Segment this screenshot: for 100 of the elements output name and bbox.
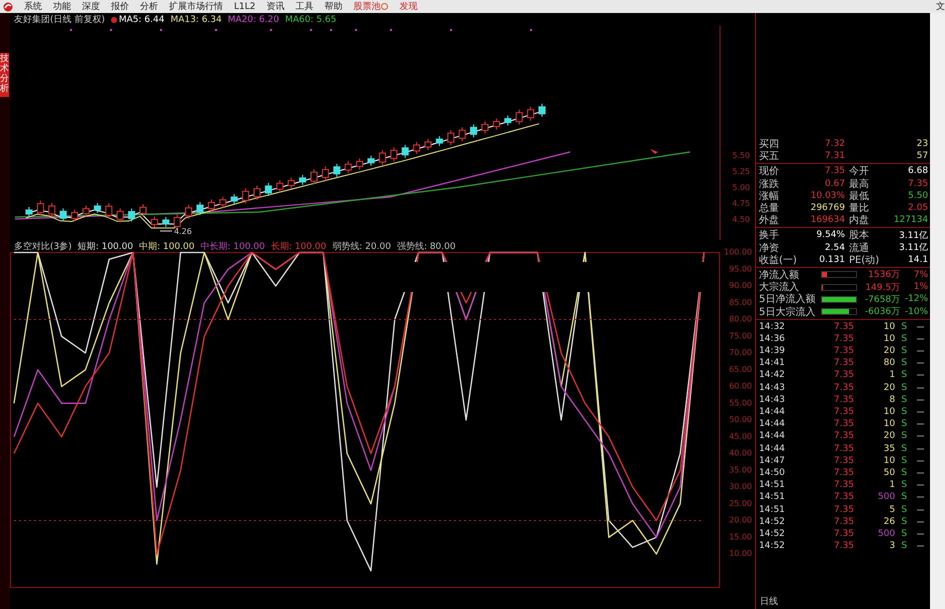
candlestick [139, 204, 146, 217]
dash-icon [917, 448, 924, 450]
legend-label: MA5: 6.44 [118, 14, 164, 24]
axis-label: 5.50 [732, 151, 750, 160]
tick-side: S [900, 358, 908, 368]
tick-side: S [900, 480, 908, 490]
candlestick [299, 174, 306, 186]
flow-amount: 1536万 [867, 269, 900, 282]
quote-label: 量比 [848, 203, 869, 214]
tick-price: 7.35 [832, 528, 854, 539]
flow-amount: -7658万 [864, 294, 900, 306]
candlestick [367, 155, 374, 166]
tick-time: 14:41 [758, 358, 786, 368]
menu-item[interactable]: 资讯 [266, 0, 284, 12]
tick-side: S [900, 431, 908, 442]
quote-label: 内盘 [848, 215, 869, 226]
tick-price: 7.35 [832, 516, 854, 527]
axis-label: 80.00 [729, 314, 752, 324]
candlestick [208, 198, 215, 212]
candlestick [185, 204, 192, 220]
legend-label: MA20: 6.20 [228, 14, 280, 24]
menu-item[interactable]: 帮助 [324, 0, 342, 12]
menu-item[interactable]: L1L2 [234, 0, 256, 12]
quote-value: 6.68 [907, 166, 928, 176]
tick-time: 14:51 [758, 504, 786, 515]
menu-item[interactable]: 股票池 [353, 0, 388, 12]
menu-item[interactable]: 系统 [24, 0, 42, 12]
axis-label: 25.00 [729, 498, 752, 508]
flow-percent: 7% [912, 270, 928, 280]
quote-value: 5.50 [907, 190, 928, 201]
menu-item[interactable]: 报价 [111, 0, 129, 12]
quote-value: 14.1 [907, 254, 928, 265]
quote-value: 7.31 [824, 151, 845, 162]
dash-icon [917, 472, 924, 474]
tick-time: 14:43 [758, 382, 786, 393]
low-price-label: 4.26 [174, 227, 192, 236]
legend-label: 中期: 100.00 [139, 240, 194, 252]
tick-time: 14:44 [758, 444, 786, 454]
candlestick [174, 214, 181, 230]
candlestick [276, 180, 284, 193]
menu-item[interactable]: 扩展市场行情 [169, 0, 223, 12]
event-mark [110, 29, 112, 31]
legend-label: 短期: 100.00 [78, 240, 134, 252]
tick-volume: 1 [888, 370, 896, 380]
dot-icon [110, 16, 117, 22]
legend-label: MA60: 5.65 [285, 14, 336, 24]
candlestick [402, 144, 409, 158]
marker-icon [650, 149, 658, 154]
flow-label: 大宗流入 [758, 280, 800, 294]
quote-value: 169634 [810, 215, 845, 226]
event-mark [310, 29, 312, 31]
axis-label: 4.75 [732, 199, 750, 208]
menu-item[interactable]: 发现 [399, 0, 418, 12]
axis-label: 100.00 [724, 248, 752, 257]
candlestick [288, 177, 295, 190]
menu-item[interactable]: 深度 [82, 0, 100, 12]
axis-label: 40.00 [729, 448, 752, 458]
quote-label: 流通 [848, 242, 869, 254]
tick-side: S [900, 334, 908, 344]
tick-volume: 3 [888, 541, 896, 552]
quote-label: 外盘 [758, 214, 780, 228]
tick-side: S [900, 541, 908, 552]
event-mark [450, 29, 452, 31]
menu-item[interactable]: 文 [936, 0, 945, 12]
tick-price: 7.35 [832, 541, 854, 552]
tick-time: 14:42 [758, 370, 786, 380]
quote-label: 总量 [758, 202, 780, 215]
event-mark [160, 29, 162, 31]
tick-side: S [900, 528, 908, 539]
dash-icon [917, 460, 924, 462]
tick-volume: 26 [882, 516, 896, 527]
quote-value: 0.67 [824, 178, 845, 189]
tick-time: 14:51 [758, 492, 786, 502]
axis-label: 15.00 [729, 532, 752, 542]
quote-value: 7.35 [907, 178, 928, 189]
menu-item[interactable]: 工具 [295, 0, 314, 12]
axis-label: 20.00 [729, 516, 752, 525]
axis-label: 35.00 [729, 465, 752, 474]
quote-label: PE(动) [848, 254, 880, 266]
quote-value: 7.32 [824, 139, 845, 150]
event-mark [354, 29, 357, 31]
axis-label: 75.00 [729, 331, 752, 340]
dash-icon [917, 386, 924, 389]
tick-price: 7.35 [832, 370, 854, 380]
axis-label: 55.00 [729, 398, 752, 408]
axis-label: 10.00 [729, 549, 752, 558]
tick-price: 7.35 [832, 334, 854, 344]
menu-item[interactable]: 分析 [140, 0, 158, 12]
candlestick [150, 216, 158, 228]
tick-volume: 500 [876, 492, 896, 502]
tick-time: 14:47 [758, 456, 786, 466]
menu-item[interactable]: 功能 [53, 0, 71, 12]
candlestick [116, 208, 124, 223]
candlestick [458, 126, 466, 142]
candlestick [390, 146, 398, 162]
tick-volume: 10 [882, 456, 896, 466]
side-tab[interactable]: 技术分析 [0, 53, 9, 97]
tick-volume: 5 [888, 504, 896, 515]
legend-label: 弱势线: 20.00 [332, 240, 391, 252]
tick-price: 7.35 [832, 407, 854, 418]
